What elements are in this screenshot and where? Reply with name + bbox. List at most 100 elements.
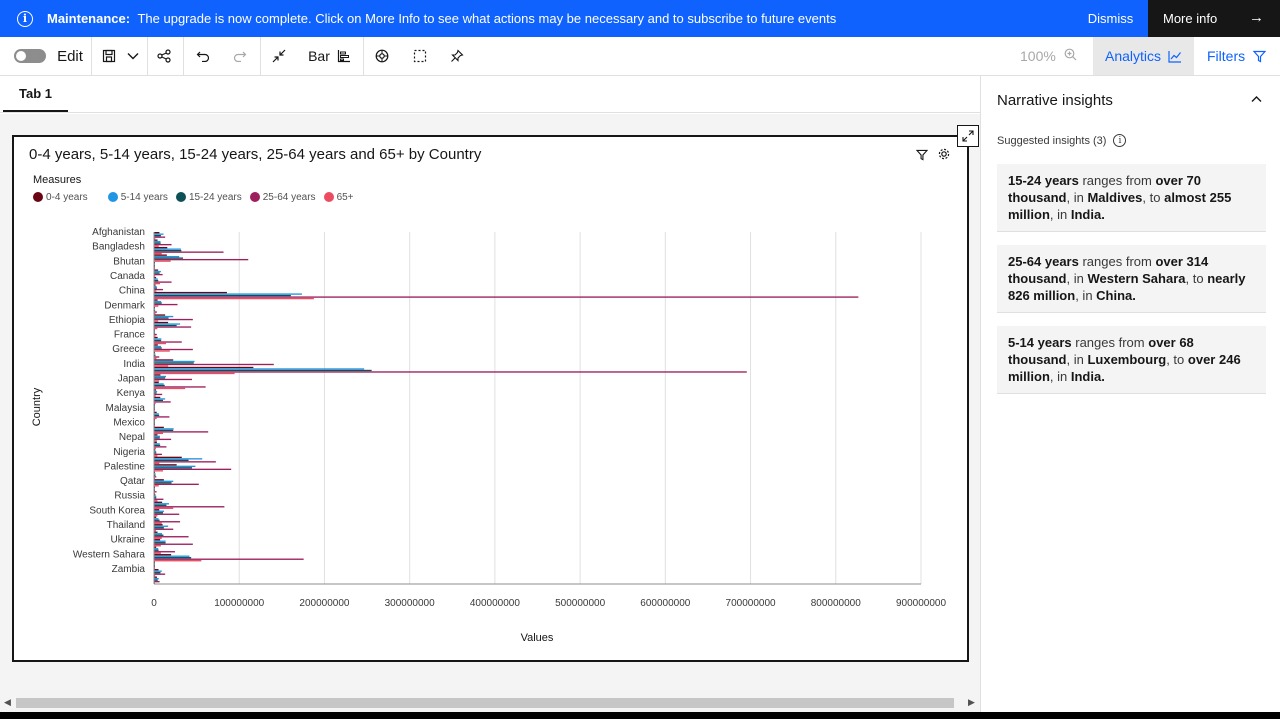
scroll-right-icon[interactable]: ▶ [968, 697, 975, 708]
insight-text: , to [1166, 352, 1185, 367]
bar [154, 494, 156, 496]
focus-icon[interactable] [409, 37, 431, 75]
redo-icon[interactable] [229, 37, 251, 75]
bar [154, 435, 160, 438]
collapse-icon[interactable] [268, 37, 290, 75]
horizontal-scrollbar[interactable]: ◀ ▶ [0, 694, 980, 712]
bar [154, 536, 189, 538]
bar [154, 513, 180, 515]
bar [154, 545, 161, 547]
visualization-type-label[interactable]: Bar [304, 37, 334, 75]
bar [154, 417, 157, 420]
bar [154, 372, 235, 375]
bar [154, 320, 159, 322]
scroll-left-icon[interactable]: ◀ [4, 697, 11, 708]
bar [154, 579, 158, 581]
insight-text: , in [1066, 190, 1084, 205]
insight-text: . [1132, 288, 1136, 303]
bar [154, 504, 167, 506]
bar [154, 332, 156, 334]
bar [154, 284, 156, 286]
y-tick-label: Western Sahara [73, 549, 146, 560]
bar [154, 578, 159, 580]
edit-label: Edit [57, 47, 83, 65]
bar [154, 263, 155, 265]
bar [154, 291, 227, 294]
scrollbar-thumb[interactable] [16, 698, 954, 708]
insight-card[interactable]: 25-64 years ranges from over 314 thousan… [997, 245, 1266, 313]
y-tick-label: Mexico [113, 418, 145, 429]
banner-message: Maintenance: The upgrade is now complete… [47, 11, 836, 26]
dismiss-button[interactable]: Dismiss [1073, 0, 1148, 37]
more-info-button[interactable]: More info → [1148, 0, 1280, 37]
bar [154, 326, 192, 328]
bar [154, 401, 171, 403]
bar [154, 288, 164, 291]
bar [154, 491, 157, 493]
insight-text: , in [1066, 271, 1084, 286]
insight-card[interactable]: 15-24 years ranges from over 70 thousand… [997, 164, 1266, 232]
bar [154, 347, 162, 349]
chevron-down-icon[interactable] [123, 37, 143, 75]
bar [154, 338, 162, 340]
bar [154, 525, 169, 527]
bar [154, 500, 158, 502]
share-icon[interactable] [153, 37, 175, 75]
bar [154, 270, 161, 273]
chart-widget[interactable]: 0-4 years, 5-14 years, 15-24 years, 25-6… [12, 135, 969, 662]
bar [154, 576, 157, 578]
bar [154, 422, 155, 424]
zoom-in-icon[interactable] [1064, 48, 1077, 64]
bar [154, 404, 155, 406]
palette-icon[interactable] [371, 37, 393, 75]
bar-chart-icon[interactable] [334, 37, 354, 75]
bar [154, 414, 160, 417]
bar [154, 486, 155, 488]
bar [154, 431, 209, 433]
bar [154, 333, 157, 336]
bar [154, 558, 304, 560]
bar [154, 459, 189, 462]
filters-tab[interactable]: Filters [1194, 37, 1280, 75]
save-icon[interactable] [98, 37, 120, 75]
pin-icon[interactable] [446, 37, 468, 75]
bar [154, 560, 202, 562]
bar [154, 384, 165, 387]
bar [154, 290, 157, 292]
bar [154, 252, 162, 255]
bar [154, 339, 162, 342]
info-icon: i [17, 10, 33, 27]
bar [154, 411, 157, 414]
insight-high-place: China [1096, 288, 1133, 303]
info-icon[interactable]: i [1113, 134, 1127, 147]
bar [154, 467, 192, 469]
bar [154, 357, 157, 360]
insight-text: ranges from [1075, 335, 1145, 350]
bar [154, 261, 155, 264]
bar [154, 254, 167, 256]
bar [154, 299, 158, 301]
zoom-control[interactable]: 100% [1020, 37, 1077, 75]
bar [154, 311, 157, 313]
y-tick-label: Russia [114, 491, 145, 502]
bar [154, 438, 172, 441]
bar [154, 509, 160, 511]
tab-1[interactable]: Tab 1 [3, 76, 68, 112]
bar [154, 476, 157, 478]
expand-icon[interactable] [957, 125, 979, 147]
bar [154, 363, 274, 366]
insight-card[interactable]: 5-14 years ranges from over 68 thousand,… [997, 326, 1266, 394]
arrow-right-icon: → [1249, 9, 1264, 26]
bar [154, 533, 162, 535]
edit-toggle[interactable] [14, 49, 46, 63]
bar [154, 566, 155, 568]
undo-icon[interactable] [192, 37, 214, 75]
chevron-up-icon[interactable] [1251, 92, 1262, 106]
y-tick-label: Malaysia [106, 403, 146, 414]
x-tick-label: 400000000 [470, 598, 520, 609]
toolbar-divider [147, 37, 148, 75]
bar [154, 537, 162, 539]
bar [154, 351, 155, 354]
analytics-tab[interactable]: Analytics [1093, 37, 1194, 75]
bar [154, 321, 169, 324]
